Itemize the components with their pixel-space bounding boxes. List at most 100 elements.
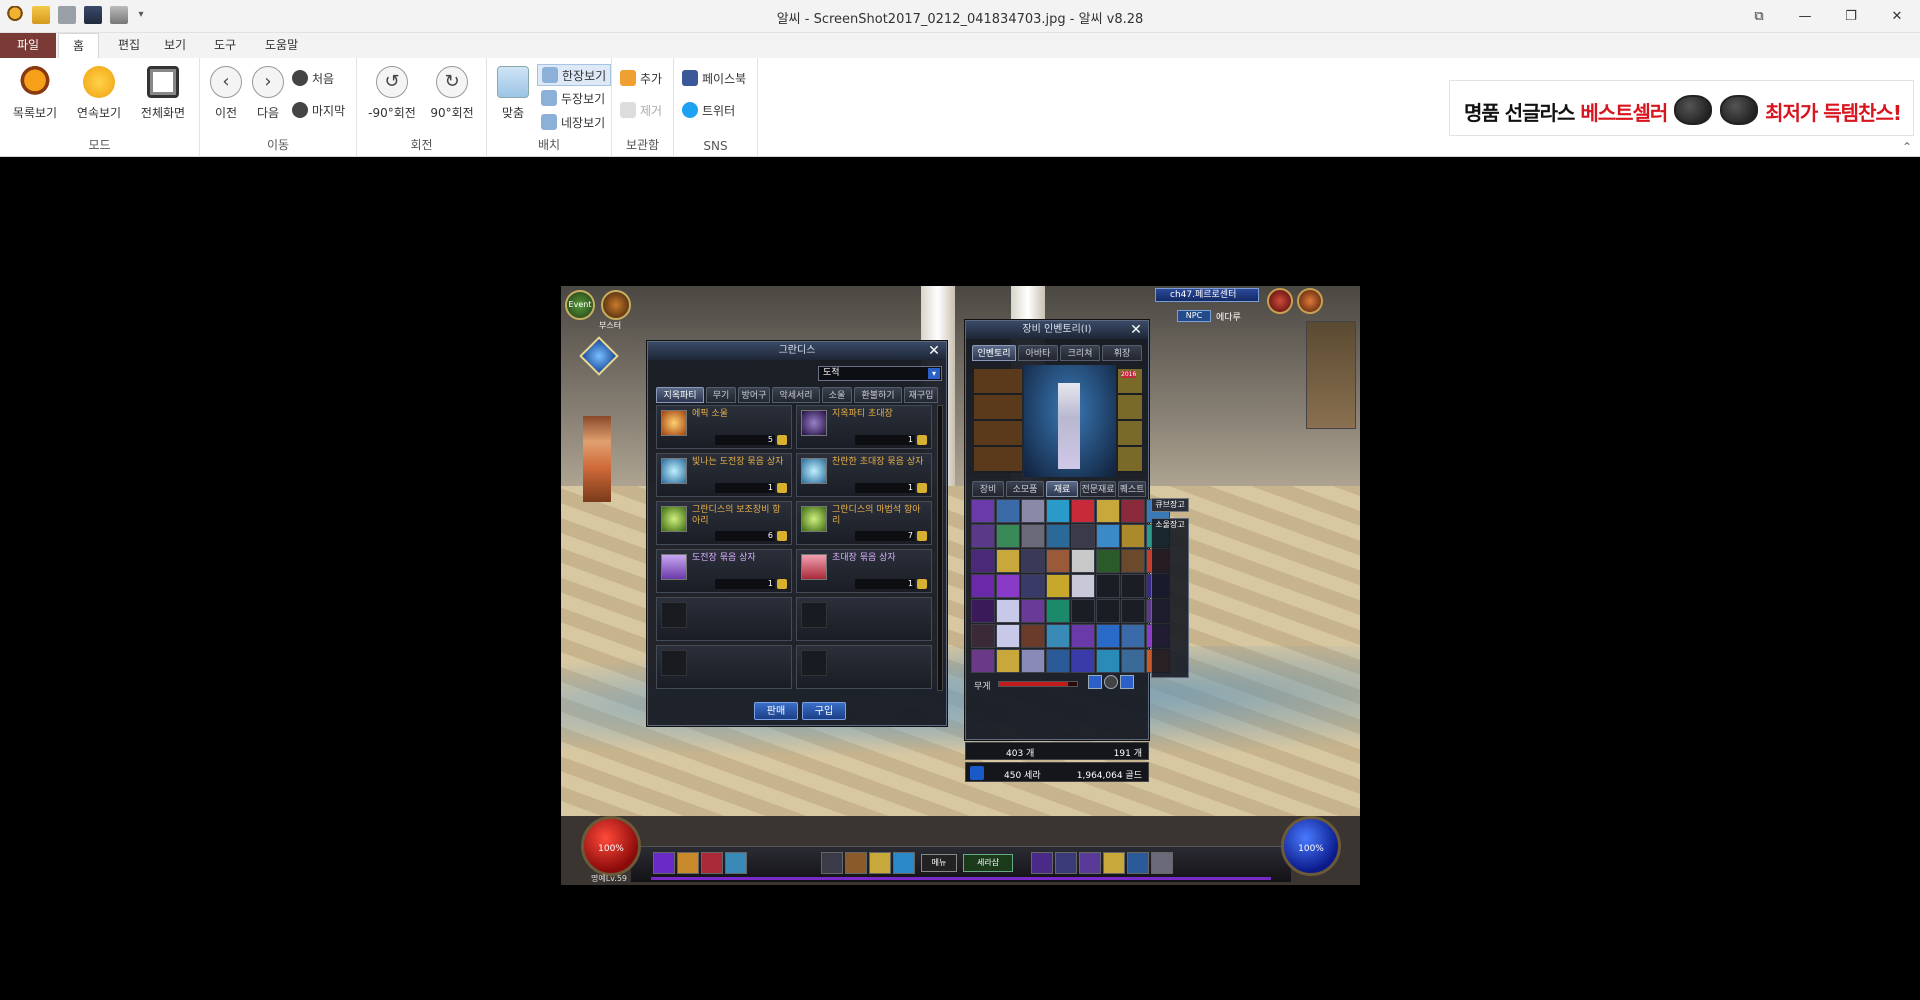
fit-icon (497, 66, 529, 98)
four-view-button[interactable]: 네장보기 (541, 112, 605, 134)
close-button[interactable]: ✕ (1874, 0, 1920, 33)
skill-slot[interactable] (677, 852, 699, 874)
skill-slot[interactable] (869, 852, 891, 874)
facebook-button[interactable]: 페이스북 (682, 68, 746, 90)
skill-slot[interactable] (1103, 852, 1125, 874)
coin-icon (917, 579, 927, 589)
shop-item[interactable]: 그란디스의 마법석 항아리 7 (796, 501, 932, 545)
shop-tab-hell-party[interactable]: 지옥파티 (656, 387, 704, 403)
inv-tab-material[interactable]: 재료 (1046, 481, 1078, 497)
minimap[interactable] (1306, 321, 1356, 429)
tab-help[interactable]: 도움말 (251, 33, 312, 58)
slideshow-button[interactable]: 연속보기 (68, 66, 130, 121)
minimize-button[interactable]: — (1782, 0, 1828, 33)
inv-tab-quest[interactable]: 퀘스트 (1118, 481, 1146, 497)
inv-tab-inventory[interactable]: 인벤토리 (972, 345, 1016, 361)
shop-item[interactable]: 도전장 묶음 상자 1 (656, 549, 792, 593)
menu-button[interactable]: 메뉴 (921, 854, 957, 872)
shop-item-empty (656, 597, 792, 641)
shop-item[interactable]: 찬란한 초대장 묶음 상자 1 (796, 453, 932, 497)
shop-item[interactable]: 그란디스의 보조장비 항아리 6 (656, 501, 792, 545)
item-count-a: 403 개 (1006, 749, 1035, 759)
first-button[interactable]: 처음 (292, 68, 334, 90)
tab-tools[interactable]: 도구 (200, 33, 250, 58)
remove-from-box-button[interactable]: 제거 (620, 100, 662, 122)
twitter-button[interactable]: 트위터 (682, 100, 735, 122)
skill-slot[interactable] (1055, 852, 1077, 874)
shop-tab-accessory[interactable]: 악세서리 (772, 387, 820, 403)
shop-tab-soul[interactable]: 소울 (822, 387, 852, 403)
tab-file[interactable]: 파일 (0, 33, 56, 58)
rotate-cw-button[interactable]: ↻ 90°회전 (421, 66, 483, 121)
soul-storage-panel[interactable]: 소울장고 (1151, 518, 1189, 678)
hp-orb: 100% (581, 816, 641, 876)
skill-slot[interactable] (1151, 852, 1173, 874)
game-screenshot: Event 부스터 ch47.페르로센터 NPC 에다루 그란디스 ✕ 도적 ▾… (561, 286, 1360, 885)
shop-item[interactable]: 빛나는 도전장 묶음 상자 1 (656, 453, 792, 497)
inv-tab-pro-material[interactable]: 전문재료 (1080, 481, 1116, 497)
image-viewer[interactable]: Event 부스터 ch47.페르로센터 NPC 에다루 그란디스 ✕ 도적 ▾… (0, 158, 1920, 1000)
close-icon[interactable]: ✕ (1128, 321, 1144, 339)
shop-tab-rebuy[interactable]: 재구입 (904, 387, 938, 403)
close-icon[interactable]: ✕ (926, 342, 942, 360)
last-button[interactable]: 마지막 (292, 100, 345, 122)
two-view-button[interactable]: 두장보기 (541, 88, 605, 110)
scrollbar[interactable] (937, 405, 943, 691)
ad-banner[interactable]: 명품 선글라스 베스트셀러 최저가 득템찬스! (1449, 80, 1914, 136)
invitation-icon (801, 410, 827, 436)
skull-icon[interactable] (1297, 288, 1323, 314)
search-icon[interactable] (1088, 675, 1102, 689)
skill-slot[interactable] (725, 852, 747, 874)
class-dropdown[interactable]: 도적 ▾ (818, 366, 942, 381)
shop-tab-armor[interactable]: 방어구 (738, 387, 770, 403)
rotate-ccw-button[interactable]: ↺ -90°회전 (361, 66, 423, 121)
inv-tab-avatar[interactable]: 아바타 (1018, 345, 1058, 361)
skill-slot[interactable] (821, 852, 843, 874)
inventory-grid[interactable] (971, 499, 1170, 673)
skill-slot[interactable] (1127, 852, 1149, 874)
equip-slots-left[interactable] (974, 369, 1022, 473)
sell-button[interactable]: 판매 (754, 702, 798, 720)
prev-button[interactable]: ‹ 이전 (204, 66, 248, 121)
equip-slots-right[interactable] (1118, 369, 1142, 473)
shop-item[interactable]: 지옥파티 초대장 1 (796, 405, 932, 449)
cera-shop-button[interactable]: 세라샵 (963, 854, 1013, 872)
fullscreen-button[interactable]: 전체화면 (132, 66, 194, 121)
shop-tab-refund[interactable]: 환불하기 (854, 387, 902, 403)
collapse-ribbon-icon[interactable]: ⌃ (1902, 140, 1912, 154)
skill-slot[interactable] (1079, 852, 1101, 874)
skill-slot[interactable] (893, 852, 915, 874)
tab-view[interactable]: 보기 (150, 33, 200, 58)
jar-icon (801, 506, 827, 532)
restore-icon[interactable]: ⧉ (1736, 0, 1782, 33)
group-sns-label: SNS (703, 139, 728, 153)
list-icon[interactable] (1120, 675, 1134, 689)
demon-icon[interactable] (1267, 288, 1293, 314)
skill-slot[interactable] (845, 852, 867, 874)
inv-tab-creature[interactable]: 크리쳐 (1060, 345, 1100, 361)
shop-item[interactable]: 에픽 소울 5 (656, 405, 792, 449)
tab-edit[interactable]: 편집 (104, 33, 154, 58)
shop-item[interactable]: 초대장 묶음 상자 1 (796, 549, 932, 593)
buy-button[interactable]: 구입 (802, 702, 846, 720)
inv-tab-equip[interactable]: 장비 (972, 481, 1004, 497)
next-button[interactable]: › 다음 (246, 66, 290, 121)
event-icon[interactable]: Event (565, 290, 595, 320)
skill-slot[interactable] (1031, 852, 1053, 874)
shop-tab-weapon[interactable]: 무기 (706, 387, 736, 403)
single-view-button[interactable]: 한장보기 (537, 64, 612, 86)
add-to-box-button[interactable]: 추가 (620, 68, 662, 90)
inv-tab-emblem[interactable]: 휘장 (1102, 345, 1142, 361)
gear-icon[interactable] (1104, 675, 1118, 689)
tab-home[interactable]: 홈 (58, 33, 100, 59)
channel-indicator[interactable]: ch47.페르로센터 (1155, 288, 1259, 302)
inv-tab-consumable[interactable]: 소모품 (1006, 481, 1044, 497)
maximize-button[interactable]: ❐ (1828, 0, 1874, 33)
cube-storage-button[interactable]: 큐브장고 (1151, 498, 1189, 512)
fit-button[interactable]: 맞춤 (491, 66, 535, 121)
list-view-button[interactable]: 목록보기 (4, 66, 66, 121)
shop-item-empty (796, 645, 932, 689)
skill-slot[interactable] (701, 852, 723, 874)
booster-icon[interactable] (601, 290, 631, 320)
skill-slot[interactable] (653, 852, 675, 874)
